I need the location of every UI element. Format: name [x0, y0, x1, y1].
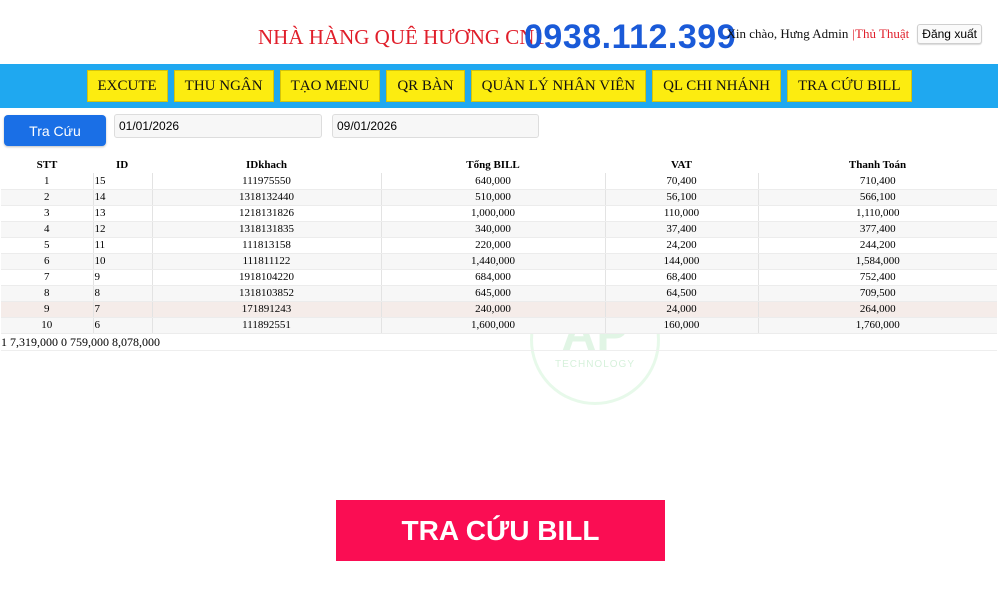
cell-payment: 709,500 [758, 285, 997, 302]
cell-vat: 56,100 [605, 189, 759, 206]
cell-id: 11 [93, 237, 153, 254]
cell-total-bill: 1,000,000 [381, 205, 606, 222]
cell-vat: 68,400 [605, 269, 759, 286]
date-from-input[interactable]: 01/01/2026 [114, 114, 322, 138]
main-navbar: EXCUTE THU NGÂN TẠO MENU QR BÀN QUẢN LÝ … [0, 64, 998, 108]
nav-staff-management-button[interactable]: QUẢN LÝ NHÂN VIÊN [470, 70, 647, 102]
cell-id: 12 [93, 221, 153, 238]
cell-payment: 752,400 [758, 269, 997, 286]
cell-id: 9 [93, 269, 153, 286]
cell-total-bill: 510,000 [381, 189, 606, 206]
greeting-text: Xin chào, Hưng Admin [726, 26, 849, 41]
cell-total-bill: 220,000 [381, 237, 606, 254]
cell-payment: 710,400 [758, 173, 997, 190]
cell-payment: 566,100 [758, 189, 997, 206]
cell-payment: 377,400 [758, 221, 997, 238]
header-total-bill: Tổng BILL [466, 159, 520, 171]
hotline-number: 0938.112.399 [524, 18, 737, 56]
cell-total-bill: 684,000 [381, 269, 606, 286]
cell-total-bill: 640,000 [381, 173, 606, 190]
cell-stt: 5 [1, 237, 94, 254]
cell-vat: 110,000 [605, 205, 759, 222]
table-row[interactable]: 2 14 1318132440 510,000 56,100 566,100 [1, 189, 997, 206]
cell-stt: 9 [1, 300, 94, 318]
header-stt: STT [36, 159, 58, 171]
cell-payment: 1,760,000 [758, 317, 997, 334]
cell-id: 7 [93, 300, 153, 318]
cell-id: 6 [93, 317, 153, 334]
nav-branch-management-button[interactable]: QL CHI NHÁNH [652, 70, 782, 102]
cell-idkhach: 1218131826 [152, 205, 382, 222]
bill-table-container: STT ID IDkhach Tổng BILL VAT Thanh Toán … [1, 157, 997, 334]
nav-bill-lookup-button[interactable]: TRA CỨU BILL [787, 70, 912, 102]
cell-payment: 264,000 [758, 300, 997, 318]
table-row[interactable]: 4 12 1318131835 340,000 37,400 377,400 [1, 221, 997, 238]
cell-idkhach: 111811122 [152, 253, 382, 270]
table-row[interactable]: 6 10 111811122 1,440,000 144,000 1,584,0… [1, 253, 997, 270]
cell-vat: 160,000 [605, 317, 759, 334]
cell-stt: 8 [1, 285, 94, 302]
cell-id: 13 [93, 205, 153, 222]
bill-table: STT ID IDkhach Tổng BILL VAT Thanh Toán … [1, 157, 997, 334]
cell-idkhach: 111975550 [152, 173, 382, 190]
cell-stt: 3 [1, 205, 94, 222]
cell-stt: 4 [1, 221, 94, 238]
cell-idkhach: 111813158 [152, 237, 382, 254]
table-row[interactable]: 7 9 1918104220 684,000 68,400 752,400 [1, 269, 997, 286]
table-row[interactable]: 1 15 111975550 640,000 70,400 710,400 [1, 173, 997, 190]
nav-excute-button[interactable]: EXCUTE [86, 70, 168, 102]
tricks-link[interactable]: Thủ Thuật [855, 26, 909, 42]
cell-vat: 70,400 [605, 173, 759, 190]
table-summary: 1 7,319,000 0 759,000 8,078,000 [1, 335, 997, 351]
cell-stt: 7 [1, 269, 94, 286]
table-row[interactable]: 3 13 1218131826 1,000,000 110,000 1,110,… [1, 205, 997, 222]
cell-stt: 10 [1, 317, 94, 334]
header-vat: VAT [671, 159, 692, 171]
header-id: ID [116, 159, 129, 171]
cell-idkhach: 1318103852 [152, 285, 382, 302]
cell-idkhach: 1318131835 [152, 221, 382, 238]
cell-payment: 1,110,000 [758, 205, 997, 222]
cell-vat: 144,000 [605, 253, 759, 270]
cell-payment: 1,584,000 [758, 253, 997, 270]
cell-total-bill: 1,440,000 [381, 253, 606, 270]
nav-cashier-button[interactable]: THU NGÂN [173, 70, 274, 102]
cell-idkhach: 111892551 [152, 317, 382, 334]
header-payment: Thanh Toán [848, 159, 907, 171]
date-to-input[interactable]: 09/01/2026 [332, 114, 539, 138]
cell-stt: 2 [1, 189, 94, 206]
table-row[interactable]: 8 8 1318103852 645,000 64,500 709,500 [1, 285, 997, 302]
watermark-subtitle: TECHNOLOGY [554, 358, 635, 370]
table-row[interactable]: 10 6 111892551 1,600,000 160,000 1,760,0… [1, 317, 997, 334]
cell-stt: 6 [1, 253, 94, 270]
cell-vat: 37,400 [605, 221, 759, 238]
user-box: Xin chào, Hưng Admin | Thủ Thuật Đăng xu… [727, 24, 982, 44]
cell-vat: 24,000 [605, 300, 759, 318]
cell-id: 14 [93, 189, 153, 206]
header-idkhach: IDkhach [246, 159, 287, 171]
cell-payment: 244,200 [758, 237, 997, 254]
restaurant-title: NHÀ HÀNG QUÊ HƯƠNG CN1 [258, 25, 545, 49]
cell-total-bill: 645,000 [381, 285, 606, 302]
cell-total-bill: 340,000 [381, 221, 606, 238]
table-row-highlighted[interactable]: 9 7 171891243 240,000 24,000 264,000 [1, 300, 997, 318]
cell-total-bill: 1,600,000 [381, 317, 606, 334]
bill-lookup-banner: TRA CỨU BILL [336, 500, 665, 561]
cell-idkhach: 1918104220 [152, 269, 382, 286]
cell-vat: 24,200 [605, 237, 759, 254]
nav-create-menu-button[interactable]: TẠO MENU [279, 70, 381, 102]
cell-id: 8 [93, 285, 153, 302]
table-row[interactable]: 5 11 111813158 220,000 24,200 244,200 [1, 237, 997, 254]
logout-button[interactable]: Đăng xuất [917, 24, 982, 44]
cell-stt: 1 [1, 173, 94, 190]
cell-total-bill: 240,000 [381, 300, 606, 318]
search-button[interactable]: Tra Cứu [4, 115, 106, 146]
nav-qr-table-button[interactable]: QR BÀN [386, 70, 465, 102]
table-header-row: STT ID IDkhach Tổng BILL VAT Thanh Toán [1, 157, 997, 173]
cell-idkhach: 171891243 [152, 300, 382, 318]
cell-id: 15 [93, 173, 153, 190]
cell-id: 10 [93, 253, 153, 270]
cell-vat: 64,500 [605, 285, 759, 302]
cell-idkhach: 1318132440 [152, 189, 382, 206]
